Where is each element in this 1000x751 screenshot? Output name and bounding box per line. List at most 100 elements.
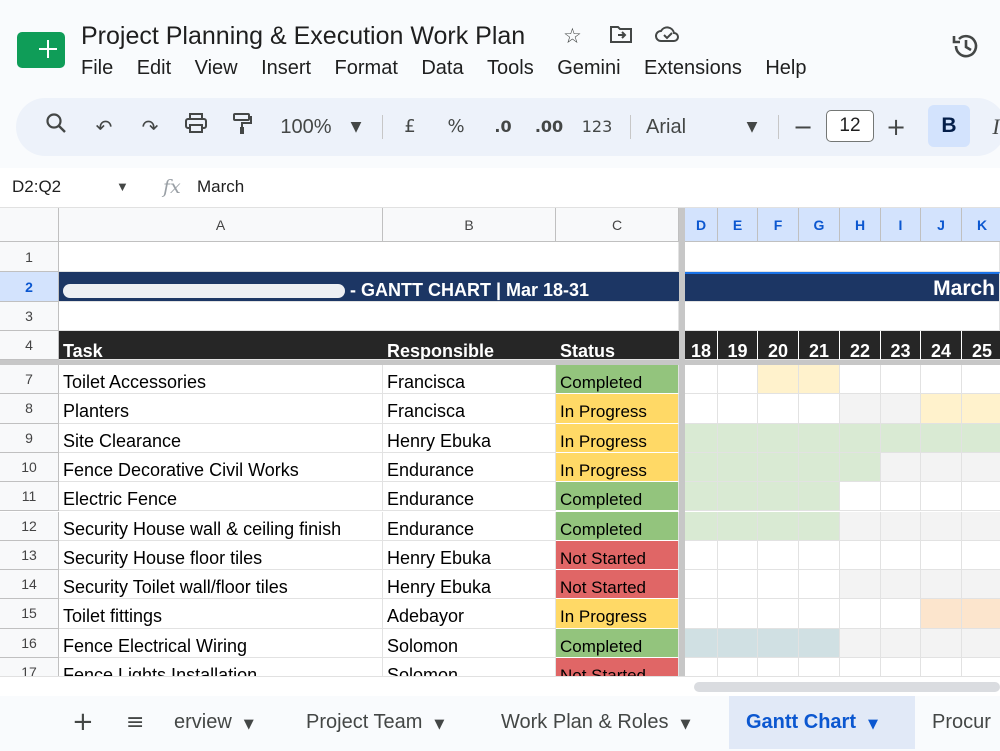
empty-cell[interactable] bbox=[59, 242, 679, 272]
row-header-10[interactable]: 10 bbox=[0, 452, 59, 483]
menu-format[interactable]: Format bbox=[335, 57, 398, 80]
increase-font-size-button[interactable]: + bbox=[884, 112, 908, 142]
gantt-cell[interactable] bbox=[685, 365, 718, 395]
currency-format-button[interactable]: £ bbox=[398, 112, 422, 142]
percent-format-button[interactable]: % bbox=[444, 112, 468, 142]
gantt-cell[interactable] bbox=[840, 482, 881, 512]
gantt-cell[interactable] bbox=[881, 628, 921, 658]
gantt-cell[interactable] bbox=[962, 482, 1000, 512]
task-cell[interactable]: Toilet Accessories bbox=[59, 365, 383, 395]
gantt-cell[interactable] bbox=[718, 658, 758, 676]
status-cell[interactable]: Not Started bbox=[556, 570, 679, 600]
version-history-icon[interactable] bbox=[950, 30, 984, 64]
star-icon[interactable]: ☆ bbox=[563, 24, 582, 48]
column-header-f[interactable]: F bbox=[758, 208, 799, 242]
gantt-cell[interactable] bbox=[718, 570, 758, 600]
gantt-cell[interactable] bbox=[881, 482, 921, 512]
name-box-chevron-down-icon[interactable]: ▼ bbox=[116, 179, 129, 194]
gantt-cell[interactable] bbox=[799, 511, 840, 541]
name-box[interactable]: D2:Q2 bbox=[12, 177, 61, 197]
gantt-cell[interactable] bbox=[840, 365, 881, 395]
gantt-cell[interactable] bbox=[758, 599, 799, 629]
spreadsheet-grid[interactable]: A B C D E F G H I J K 1 2 3 4 7 8 9 10 11 12 13 14 15 16 17 - GAN… bbox=[0, 208, 1000, 676]
gantt-cell[interactable] bbox=[718, 365, 758, 395]
paint-format-icon[interactable] bbox=[228, 112, 256, 142]
font-size-input[interactable]: 12 bbox=[826, 110, 874, 142]
responsible-cell[interactable]: Francisca bbox=[383, 394, 556, 424]
task-cell[interactable]: Toilet fittings bbox=[59, 599, 383, 629]
gantt-cell[interactable] bbox=[758, 482, 799, 512]
select-all-corner[interactable] bbox=[0, 208, 59, 242]
gantt-cell[interactable] bbox=[718, 394, 758, 424]
gantt-cell[interactable] bbox=[962, 628, 1000, 658]
gantt-cell[interactable] bbox=[840, 394, 881, 424]
month-header[interactable]: March bbox=[685, 272, 1000, 302]
zoom-select[interactable]: 100% bbox=[276, 112, 336, 142]
gantt-cell[interactable] bbox=[921, 540, 962, 571]
gantt-cell[interactable] bbox=[685, 511, 718, 541]
gantt-cell[interactable] bbox=[685, 570, 718, 600]
gantt-cell[interactable] bbox=[921, 570, 962, 600]
gantt-cell[interactable] bbox=[799, 365, 840, 395]
move-folder-icon[interactable] bbox=[609, 24, 633, 49]
gantt-cell[interactable] bbox=[881, 365, 921, 395]
print-icon[interactable] bbox=[182, 112, 210, 142]
day-header-24[interactable]: 24 bbox=[921, 331, 962, 360]
row-header-14[interactable]: 14 bbox=[0, 570, 59, 600]
search-icon[interactable] bbox=[42, 112, 70, 142]
font-family-select[interactable]: Arial bbox=[646, 112, 706, 142]
frozen-row-divider[interactable] bbox=[0, 360, 1000, 365]
more-formats-button[interactable]: 123 bbox=[580, 112, 614, 142]
empty-cell[interactable] bbox=[685, 302, 1000, 331]
gantt-cell[interactable] bbox=[840, 540, 881, 571]
gantt-cell[interactable] bbox=[962, 394, 1000, 424]
row-header-17[interactable]: 17 bbox=[0, 658, 59, 676]
menu-help[interactable]: Help bbox=[765, 57, 806, 80]
row-header-1[interactable]: 1 bbox=[0, 242, 59, 272]
menu-extensions[interactable]: Extensions bbox=[644, 57, 742, 80]
gantt-cell[interactable] bbox=[799, 570, 840, 600]
gantt-cell[interactable] bbox=[881, 452, 921, 483]
gantt-cell[interactable] bbox=[799, 423, 840, 453]
gantt-cell[interactable] bbox=[758, 540, 799, 571]
gantt-cell[interactable] bbox=[962, 423, 1000, 453]
menu-view[interactable]: View bbox=[195, 57, 238, 80]
gantt-cell[interactable] bbox=[921, 394, 962, 424]
scrollbar-thumb[interactable] bbox=[694, 682, 1000, 692]
status-cell[interactable]: In Progress bbox=[556, 452, 679, 483]
gantt-cell[interactable] bbox=[921, 599, 962, 629]
task-cell[interactable]: Electric Fence bbox=[59, 482, 383, 512]
status-cell[interactable]: Not Started bbox=[556, 540, 679, 571]
gantt-cell[interactable] bbox=[840, 511, 881, 541]
column-header-i[interactable]: I bbox=[881, 208, 921, 242]
row-header-9[interactable]: 9 bbox=[0, 423, 59, 453]
status-cell[interactable]: In Progress bbox=[556, 394, 679, 424]
gantt-cell[interactable] bbox=[881, 511, 921, 541]
gantt-cell[interactable] bbox=[799, 540, 840, 571]
gantt-cell[interactable] bbox=[840, 628, 881, 658]
gantt-cell[interactable] bbox=[758, 658, 799, 676]
gantt-cell[interactable] bbox=[718, 599, 758, 629]
column-header-a[interactable]: A bbox=[59, 208, 383, 242]
gantt-cell[interactable] bbox=[758, 628, 799, 658]
gantt-cell[interactable] bbox=[799, 482, 840, 512]
responsible-cell[interactable]: Henry Ebuka bbox=[383, 540, 556, 571]
menu-tools[interactable]: Tools bbox=[487, 57, 534, 80]
gantt-cell[interactable] bbox=[799, 599, 840, 629]
gantt-cell[interactable] bbox=[962, 452, 1000, 483]
gantt-cell[interactable] bbox=[881, 658, 921, 676]
header-responsible[interactable]: Responsible bbox=[383, 331, 556, 360]
gantt-cell[interactable] bbox=[758, 511, 799, 541]
row-header-7[interactable]: 7 bbox=[0, 365, 59, 395]
sheet-tab-gantt-chart[interactable]: Gantt Chart ▼ bbox=[729, 696, 915, 749]
gantt-cell[interactable] bbox=[881, 570, 921, 600]
responsible-cell[interactable]: Endurance bbox=[383, 482, 556, 512]
column-header-b[interactable]: B bbox=[383, 208, 556, 242]
menu-data[interactable]: Data bbox=[421, 57, 463, 80]
decrease-decimal-button[interactable]: .0 bbox=[488, 112, 518, 142]
gantt-cell[interactable] bbox=[962, 511, 1000, 541]
day-header-25[interactable]: 25 bbox=[962, 331, 1000, 360]
menu-gemini[interactable]: Gemini bbox=[557, 57, 620, 80]
gantt-cell[interactable] bbox=[921, 658, 962, 676]
status-cell[interactable]: Completed bbox=[556, 365, 679, 395]
